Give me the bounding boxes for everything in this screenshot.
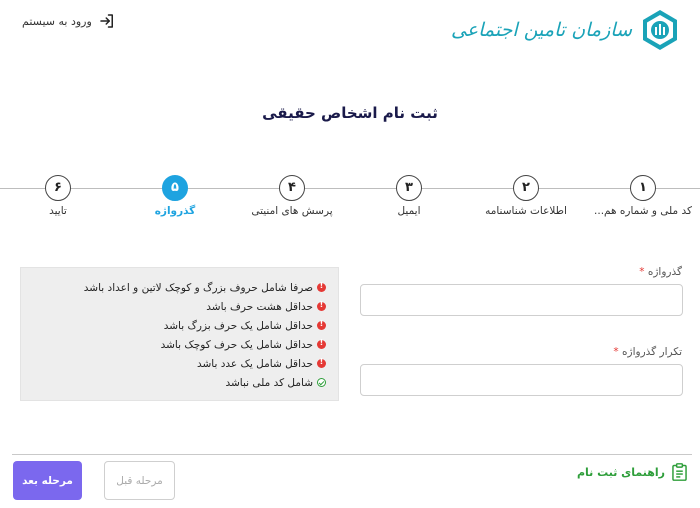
step-number: ۶ [45, 175, 71, 201]
guide-label: راهنمای ثبت نام [576, 465, 665, 479]
page-title: ثبت نام اشخاص حقیقی [262, 104, 438, 122]
required-mark: * [639, 266, 645, 278]
password-rules-panel: صرفا شامل حروف بزرگ و کوچک لاتین و اعداد… [20, 267, 339, 401]
registration-guide-link[interactable]: راهنمای ثبت نام [577, 463, 688, 481]
rule-text: شامل کد ملی نباشد [225, 376, 313, 389]
rule-digit: حداقل شامل یک عدد باشد [33, 354, 326, 373]
login-label: ورود به سیستم [22, 14, 92, 28]
error-icon [317, 300, 326, 311]
footer-divider [12, 454, 692, 455]
error-icon [317, 338, 326, 349]
next-step-button[interactable]: مرحله بعد [13, 461, 82, 500]
error-icon [317, 319, 326, 330]
rule-text: حداقل شامل یک حرف بزرگ باشد [163, 319, 313, 332]
rule-text: حداقل شامل یک حرف کوچک باشد [160, 338, 313, 351]
header: ورود به سیستم سازمان تامین اجتماعی [0, 0, 700, 70]
step-number: ۲ [513, 175, 539, 201]
social-security-emblem-icon [643, 10, 677, 50]
password-input[interactable] [360, 284, 683, 316]
logo[interactable]: سازمان تامین اجتماعی [451, 8, 682, 52]
stepper: ۱ کد ملی و شماره هم... ۲ اطلاعات شناسنام… [0, 170, 700, 230]
rule-text: حداقل هشت حرف باشد [206, 300, 313, 313]
password-label: گذرواژه * [639, 266, 682, 278]
rule-no-national-id: شامل کد ملی نباشد [33, 373, 326, 392]
required-mark: * [613, 346, 619, 358]
rule-min-length: حداقل هشت حرف باشد [33, 297, 326, 316]
logo-text: سازمان تامین اجتماعی [450, 19, 632, 41]
rule-text: حداقل شامل یک عدد باشد [196, 357, 313, 370]
login-link[interactable]: ورود به سیستم [22, 12, 116, 30]
confirm-password-input[interactable] [360, 364, 683, 396]
error-icon [317, 357, 326, 368]
check-circle-icon [317, 378, 326, 387]
step-number: ۵ [162, 175, 188, 201]
clipboard-list-icon [672, 463, 687, 481]
password-label-text: گذرواژه [647, 266, 682, 278]
error-icon [317, 281, 326, 292]
rule-uppercase: حداقل شامل یک حرف بزرگ باشد [33, 316, 326, 335]
confirm-password-label: تکرار گذرواژه * [613, 346, 682, 358]
confirm-password-label-text: تکرار گذرواژه [622, 346, 682, 358]
step-number: ۱ [630, 175, 656, 201]
rule-text: صرفا شامل حروف بزرگ و کوچک لاتین و اعداد… [83, 281, 313, 294]
previous-step-button[interactable]: مرحله قبل [104, 461, 175, 500]
step-number: ۳ [396, 175, 422, 201]
rule-lowercase: حداقل شامل یک حرف کوچک باشد [33, 335, 326, 354]
login-icon [100, 14, 113, 28]
step-label: تایید [49, 205, 67, 217]
rule-latin-only: صرفا شامل حروف بزرگ و کوچک لاتین و اعداد… [33, 278, 326, 297]
step-number: ۴ [279, 175, 305, 201]
step-confirm[interactable]: ۶ تایید [0, 175, 133, 217]
